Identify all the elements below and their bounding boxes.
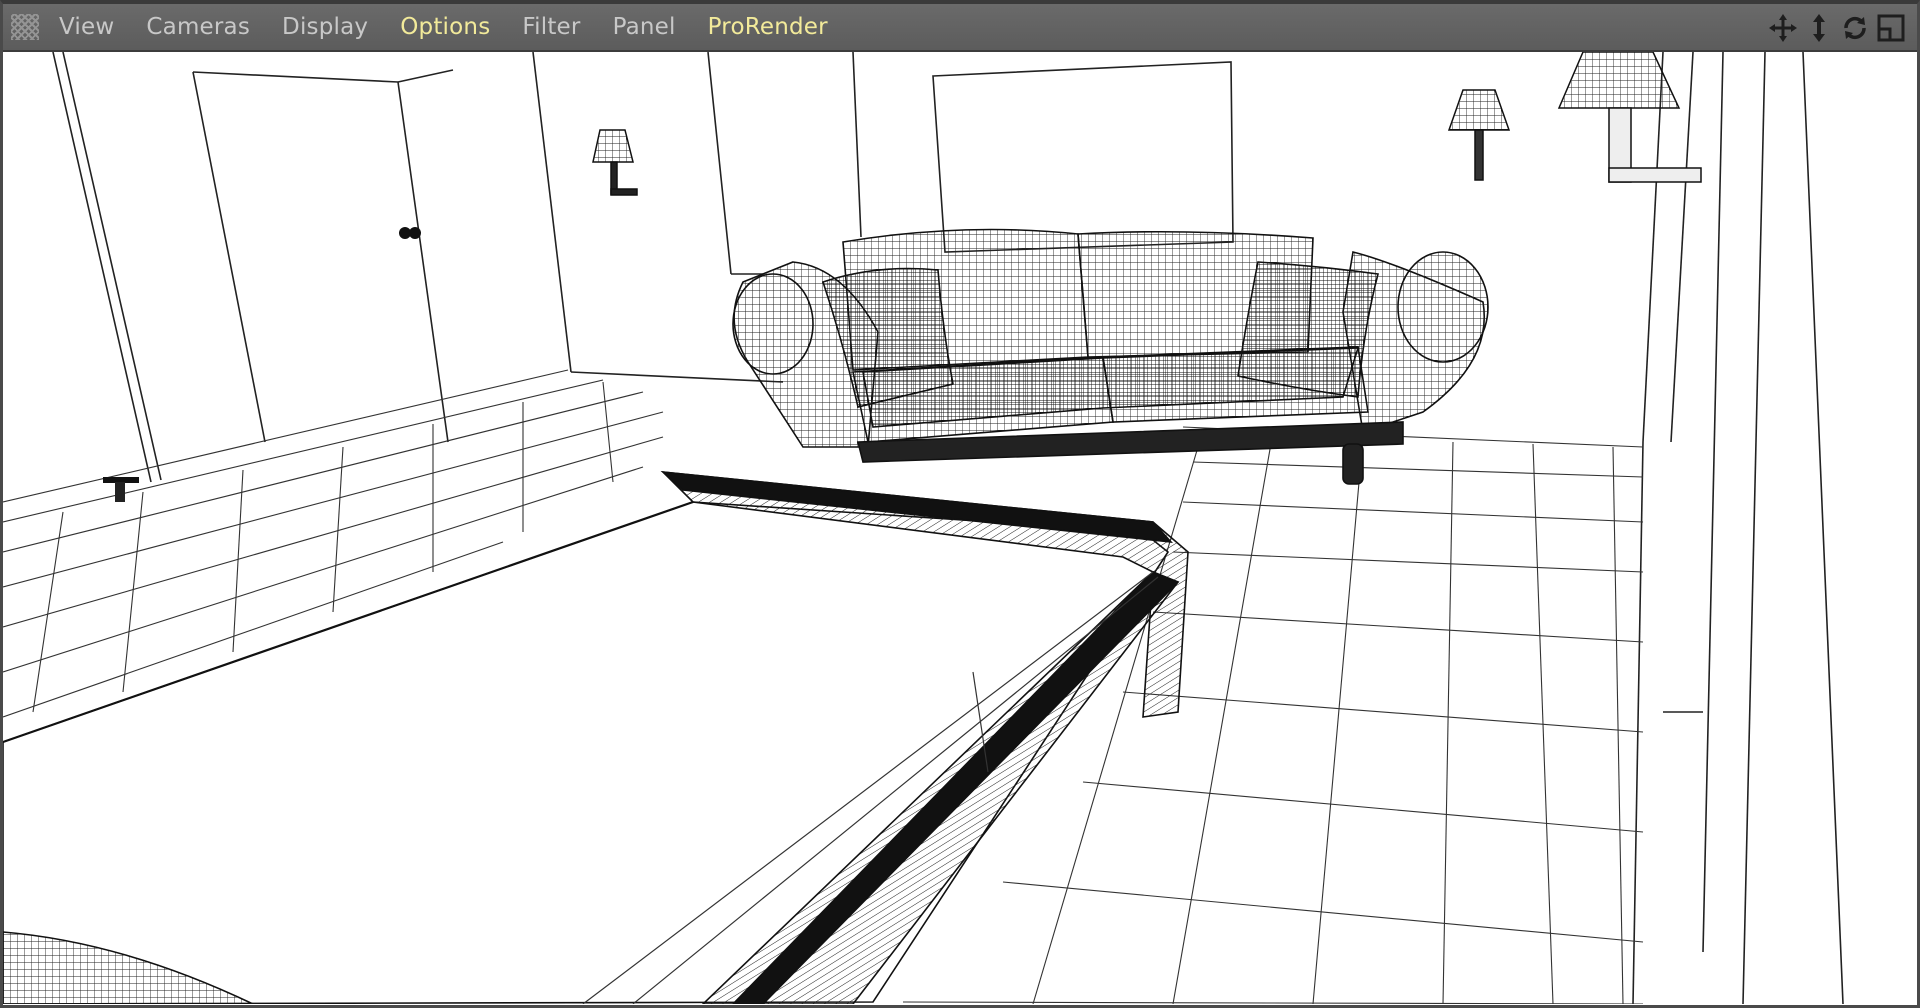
wall-lamp-right-large	[1557, 52, 1702, 183]
menu-view[interactable]: View	[59, 14, 114, 40]
3d-viewport[interactable]	[3, 52, 1917, 1004]
rotate-icon[interactable]	[1839, 12, 1871, 44]
viewport-panel: View Cameras Display Options Filter Pane…	[0, 0, 1920, 1008]
menu-cameras[interactable]: Cameras	[146, 14, 250, 40]
move-icon[interactable]	[1767, 12, 1799, 44]
viewport-menubar: View Cameras Display Options Filter Pane…	[3, 4, 1917, 52]
picture-frame	[932, 61, 1234, 253]
menu-options[interactable]: Options	[400, 14, 490, 40]
maximize-icon[interactable]	[1875, 12, 1907, 44]
menu-panel[interactable]: Panel	[613, 14, 676, 40]
floor-outlet	[103, 477, 139, 502]
zoom-icon[interactable]	[1803, 12, 1835, 44]
menu-display[interactable]: Display	[282, 14, 368, 40]
grip-icon[interactable]	[11, 14, 39, 40]
bed	[3, 470, 1189, 1004]
sofa	[732, 228, 1489, 485]
menu-filter[interactable]: Filter	[522, 14, 580, 40]
wall-lamp-right-small	[1447, 89, 1511, 181]
navigation-icons	[1767, 12, 1907, 44]
menu-prorender[interactable]: ProRender	[708, 14, 828, 40]
wall-lamp-left	[592, 129, 638, 196]
door	[399, 227, 421, 239]
